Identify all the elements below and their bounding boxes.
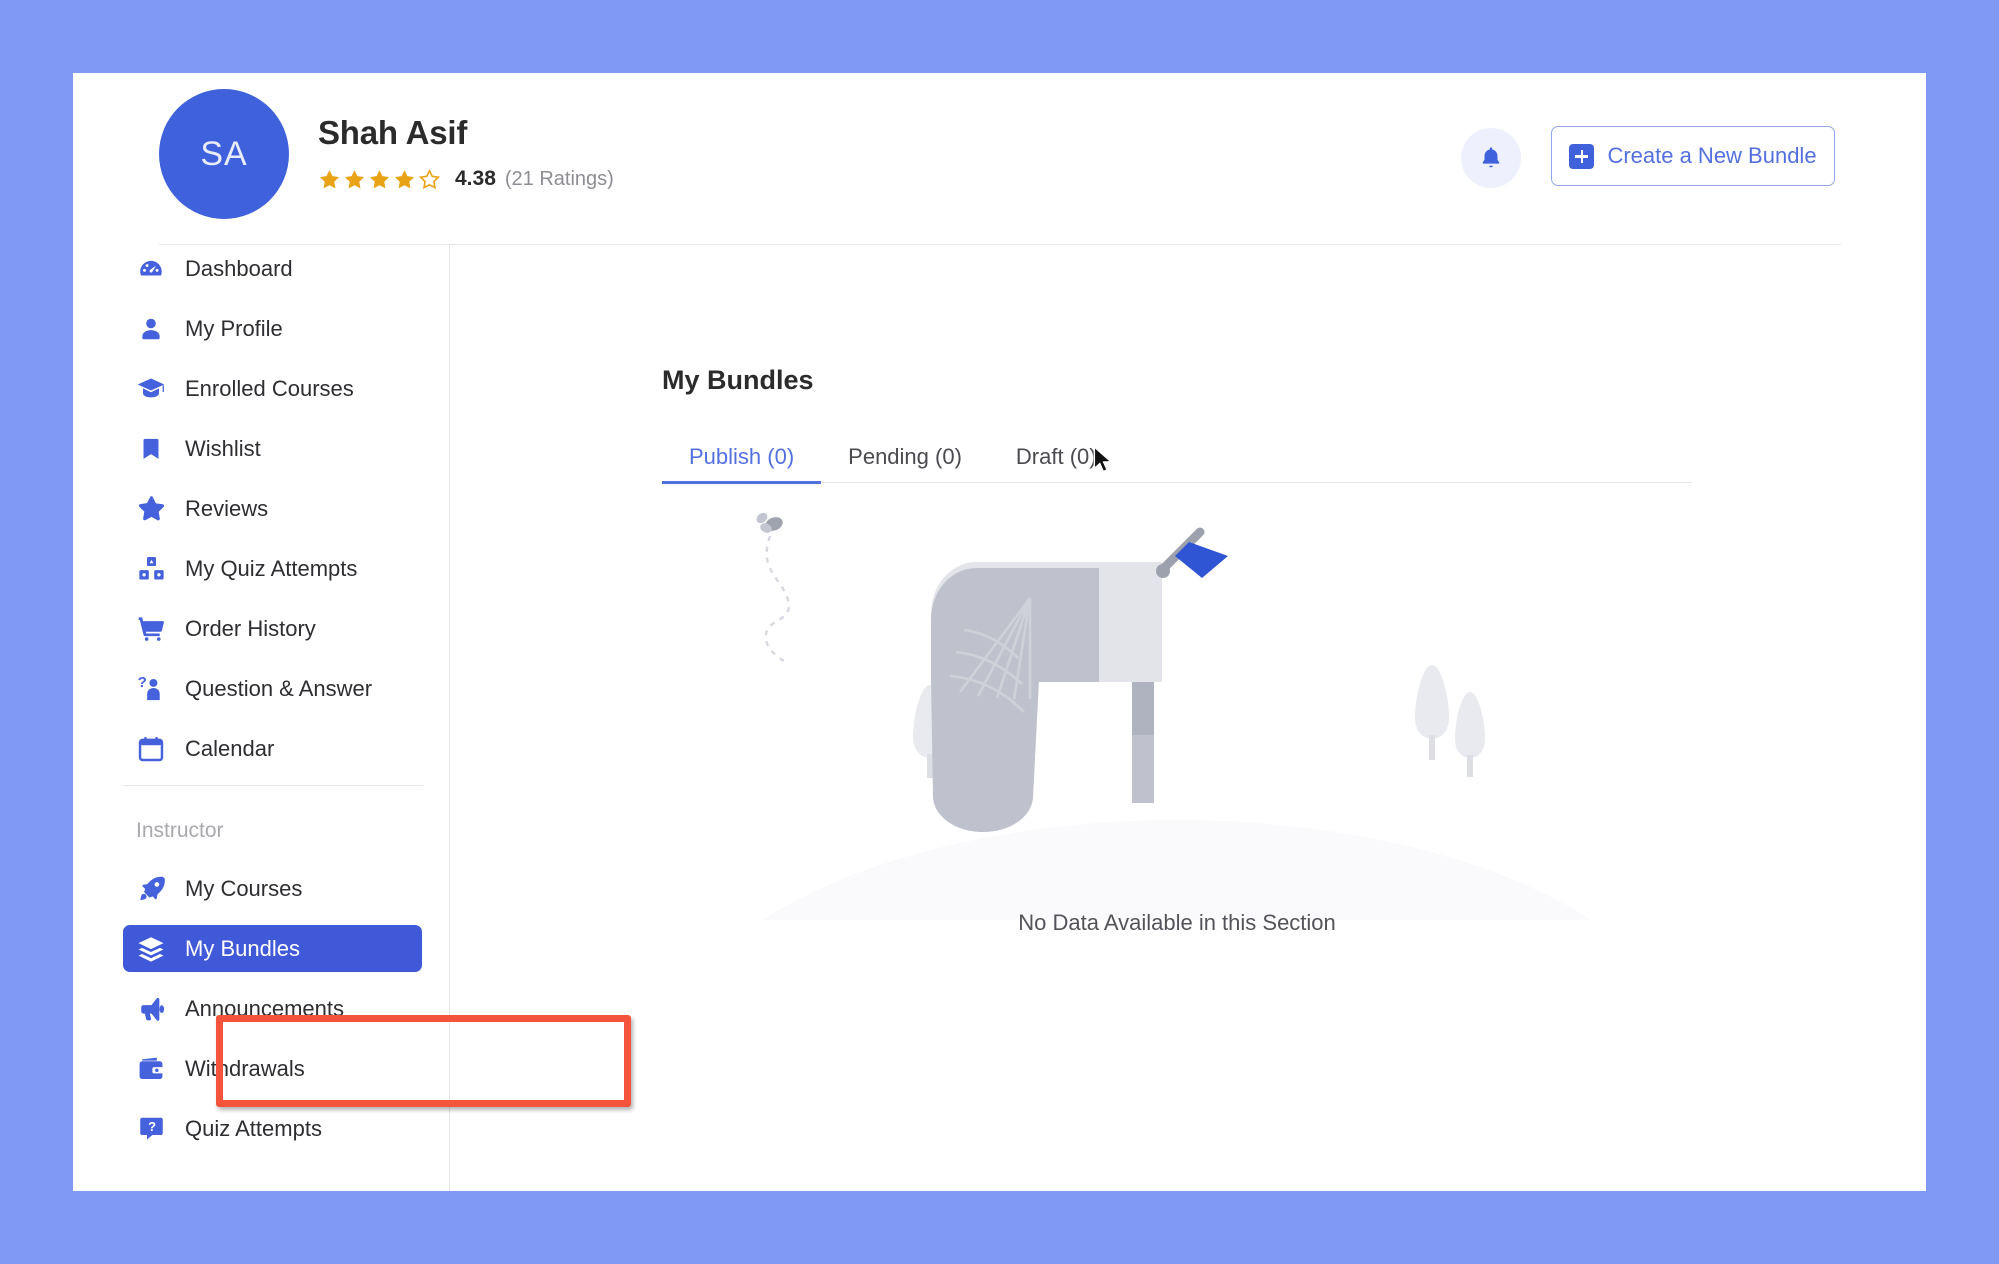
shopping-cart-icon bbox=[136, 614, 166, 644]
sidebar-main-group: Dashboard My Profile Enrolled Courses Wi… bbox=[73, 245, 449, 772]
avatar: SA bbox=[159, 89, 289, 219]
main-content: My Bundles Publish (0) Pending (0) Draft… bbox=[450, 245, 1926, 1191]
star-filled-icon bbox=[344, 169, 365, 188]
sidebar-item-label: Withdrawals bbox=[185, 1055, 305, 1081]
sidebar-item-announcements[interactable]: Announcements bbox=[123, 985, 422, 1032]
sidebar-item-my-bundles[interactable]: My Bundles bbox=[123, 925, 422, 972]
layers-icon bbox=[136, 934, 166, 964]
sidebar-item-order-history[interactable]: Order History bbox=[123, 605, 422, 652]
star-filled-icon bbox=[394, 169, 415, 188]
sidebar-item-reviews[interactable]: Reviews bbox=[123, 485, 422, 532]
user-icon bbox=[136, 314, 166, 344]
create-new-bundle-label: Create a New Bundle bbox=[1607, 143, 1817, 168]
svg-text:?: ? bbox=[137, 674, 146, 691]
notifications-button[interactable] bbox=[1461, 128, 1521, 188]
create-new-bundle-button[interactable]: Create a New Bundle bbox=[1551, 126, 1835, 186]
avatar-initials: SA bbox=[200, 134, 248, 173]
dashboard-gauge-icon bbox=[136, 254, 166, 284]
empty-state-message: No Data Available in this Section bbox=[1018, 910, 1336, 935]
question-person-icon: ? bbox=[136, 674, 166, 704]
page-title-username: Shah Asif bbox=[318, 114, 468, 151]
sidebar-item-my-profile[interactable]: My Profile bbox=[123, 305, 422, 352]
sidebar-item-label: Reviews bbox=[185, 495, 269, 521]
sidebar-item-label: Order History bbox=[185, 615, 316, 641]
tab-bar: Publish (0) Pending (0) Draft (0) bbox=[662, 430, 1692, 484]
sidebar: Dashboard My Profile Enrolled Courses Wi… bbox=[73, 245, 449, 1191]
sidebar-item-calendar[interactable]: Calendar bbox=[123, 725, 422, 772]
star-filled-icon bbox=[319, 169, 340, 188]
sidebar-item-question-answer[interactable]: ? Question & Answer bbox=[123, 665, 422, 712]
sidebar-item-label: Dashboard bbox=[185, 255, 293, 281]
sidebar-item-dashboard[interactable]: Dashboard bbox=[123, 245, 422, 292]
tab-label: Draft (0) bbox=[1015, 443, 1097, 469]
instructor-section-divider bbox=[123, 785, 423, 786]
empty-state: No Data Available in this Section bbox=[662, 500, 1692, 1100]
tab-label: Publish (0) bbox=[689, 443, 795, 469]
blocks-icon bbox=[136, 554, 166, 584]
rating-count: (21 Ratings) bbox=[504, 167, 614, 190]
empty-mailbox-illustration bbox=[756, 512, 1592, 920]
star-outline-icon bbox=[418, 168, 441, 189]
megaphone-icon bbox=[136, 994, 166, 1024]
sidebar-item-label: Question & Answer bbox=[185, 675, 373, 701]
instructor-section-label: Instructor bbox=[136, 819, 224, 842]
graduation-cap-icon bbox=[136, 374, 166, 404]
rocket-icon bbox=[136, 874, 166, 904]
sidebar-item-wishlist[interactable]: Wishlist bbox=[123, 425, 422, 472]
app-card: SA Shah Asif 4.38 (21 Ratings) Create a … bbox=[73, 73, 1926, 1191]
tab-publish[interactable]: Publish (0) bbox=[662, 430, 822, 484]
sidebar-item-label: My Quiz Attempts bbox=[185, 555, 358, 581]
plus-square-icon bbox=[1569, 143, 1595, 169]
question-badge-icon: ? bbox=[136, 1114, 166, 1144]
bell-icon bbox=[1482, 147, 1500, 168]
rating-row: 4.38 (21 Ratings) bbox=[318, 163, 614, 195]
tab-label: Pending (0) bbox=[848, 443, 962, 469]
sidebar-item-label: My Bundles bbox=[185, 935, 300, 961]
sidebar-item-my-quiz-attempts[interactable]: My Quiz Attempts bbox=[123, 545, 422, 592]
rating-value: 4.38 bbox=[455, 167, 496, 190]
page-title: My Bundles bbox=[662, 365, 814, 395]
svg-text:?: ? bbox=[148, 1119, 156, 1134]
sidebar-item-label: My Profile bbox=[185, 315, 283, 341]
sidebar-item-label: Enrolled Courses bbox=[185, 375, 354, 401]
profile-header: SA Shah Asif 4.38 (21 Ratings) Create a … bbox=[73, 73, 1926, 244]
tab-pending[interactable]: Pending (0) bbox=[821, 430, 989, 483]
sidebar-item-withdrawals[interactable]: Withdrawals bbox=[123, 1045, 422, 1092]
sidebar-instructor-group: My Courses My Bundles Announcements With… bbox=[73, 865, 449, 1152]
calendar-icon bbox=[136, 734, 166, 764]
sidebar-item-label: Wishlist bbox=[185, 435, 261, 461]
sidebar-item-label: My Courses bbox=[185, 875, 303, 901]
star-rating bbox=[318, 168, 441, 191]
wallet-icon bbox=[136, 1054, 166, 1084]
bookmark-icon bbox=[136, 434, 166, 464]
star-icon bbox=[136, 494, 166, 524]
sidebar-item-label: Quiz Attempts bbox=[185, 1115, 322, 1141]
sidebar-item-my-courses[interactable]: My Courses bbox=[123, 865, 422, 912]
sidebar-item-label: Announcements bbox=[185, 995, 344, 1021]
star-filled-icon bbox=[369, 169, 390, 188]
sidebar-item-quiz-attempts[interactable]: ? Quiz Attempts bbox=[123, 1105, 422, 1152]
sidebar-item-enrolled-courses[interactable]: Enrolled Courses bbox=[123, 365, 422, 412]
tab-draft[interactable]: Draft (0) bbox=[989, 430, 1124, 483]
sidebar-item-label: Calendar bbox=[185, 735, 275, 761]
